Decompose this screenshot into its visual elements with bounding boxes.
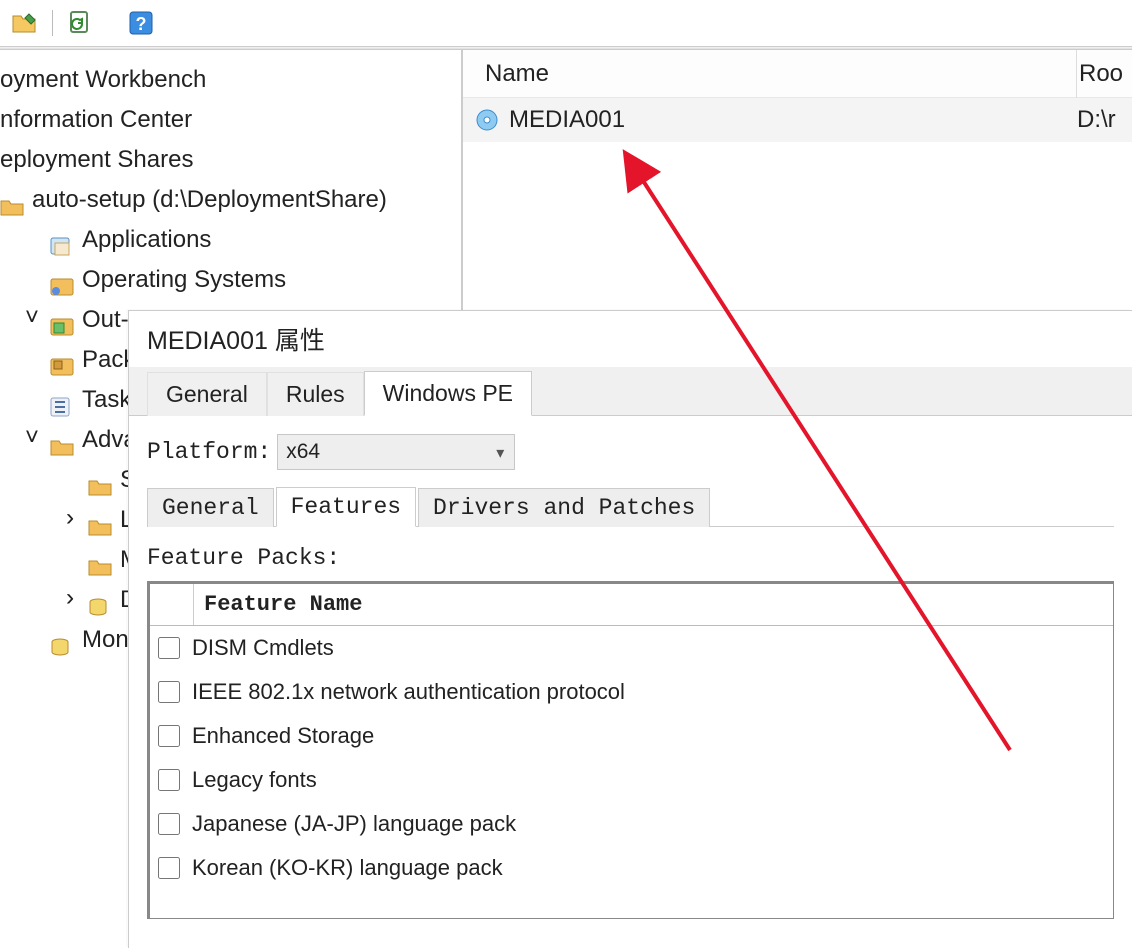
dialog-title: MEDIA001 属性 [129, 311, 1132, 367]
feature-name-column[interactable]: Feature Name [194, 592, 362, 617]
feature-label: Korean (KO-KR) language pack [192, 855, 503, 881]
sub-tabs: General Features Drivers and Patches [147, 484, 1114, 526]
help-icon[interactable]: ? [127, 9, 155, 37]
feature-checkbox[interactable] [158, 769, 180, 791]
disc-icon [475, 108, 499, 132]
toolbar: ? [0, 0, 1132, 46]
svg-text:?: ? [136, 14, 147, 34]
tree-label: nformation Center [0, 100, 192, 140]
outbox-icon [50, 310, 74, 330]
folder-open-icon[interactable] [10, 9, 38, 37]
platform-label: Platform: [147, 439, 271, 465]
platform-value: x64 [286, 440, 320, 464]
tab-rules[interactable]: Rules [267, 372, 364, 416]
feature-checkbox[interactable] [158, 857, 180, 879]
tree-label: Task [82, 380, 131, 420]
tree-label: oyment Workbench [0, 60, 206, 100]
dialog-tabs: General Rules Windows PE [129, 367, 1132, 415]
feature-label: DISM Cmdlets [192, 635, 334, 661]
chevron-down-icon: ˅ [22, 300, 42, 340]
separator [52, 10, 53, 36]
column-name[interactable]: Name [463, 60, 1076, 88]
tree-item-auto-setup[interactable]: auto-setup (d:\DeploymentShare) [0, 180, 461, 220]
tasks-icon [50, 390, 74, 410]
feature-row[interactable]: Korean (KO-KR) language pack [150, 846, 1113, 890]
features-body: Feature Packs: Feature Name DISM Cmdlets… [147, 526, 1114, 919]
feature-label: IEEE 802.1x network authentication proto… [192, 679, 625, 705]
tree-label: eployment Shares [0, 140, 193, 180]
tree-item-applications[interactable]: Applications [0, 220, 461, 260]
folder-icon [88, 470, 112, 490]
database-icon [88, 590, 112, 610]
feature-label: Enhanced Storage [192, 723, 374, 749]
tab-general[interactable]: General [147, 372, 267, 416]
feature-row[interactable]: IEEE 802.1x network authentication proto… [150, 670, 1113, 714]
feature-row[interactable]: Japanese (JA-JP) language pack [150, 802, 1113, 846]
feature-label: Japanese (JA-JP) language pack [192, 811, 516, 837]
feature-label: Legacy fonts [192, 767, 317, 793]
platform-combo[interactable]: x64 ▾ [277, 434, 515, 470]
monitoring-icon [50, 630, 74, 650]
tree-item-info-center[interactable]: nformation Center [0, 100, 461, 140]
list-item-root: D:\r [1077, 106, 1132, 134]
feature-packs-list: Feature Name DISM Cmdlets IEEE 802.1x ne… [147, 581, 1114, 919]
column-root[interactable]: Roo [1077, 60, 1132, 88]
refresh-sheet-icon[interactable] [67, 9, 95, 37]
tree-item-workbench[interactable]: oyment Workbench [0, 60, 461, 100]
subtab-general[interactable]: General [147, 488, 274, 527]
platform-row: Platform: x64 ▾ [147, 434, 1114, 470]
packages-icon [50, 350, 74, 370]
feature-row[interactable]: Legacy fonts [150, 758, 1113, 802]
tree-label: auto-setup (d:\DeploymentShare) [32, 180, 387, 220]
feature-row[interactable]: Enhanced Storage [150, 714, 1113, 758]
chevron-right-icon: › [60, 500, 80, 540]
chevron-down-icon: ˅ [22, 420, 42, 460]
tab-windows-pe[interactable]: Windows PE [364, 371, 532, 416]
feature-list-header: Feature Name [150, 584, 1113, 626]
feature-checkbox[interactable] [158, 681, 180, 703]
properties-dialog: MEDIA001 属性 General Rules Windows PE Pla… [128, 310, 1132, 948]
tree-label: Operating Systems [82, 260, 286, 300]
share-icon [0, 190, 24, 210]
list-header: Name Roo [463, 50, 1132, 98]
tree-item-deployment-shares[interactable]: eployment Shares [0, 140, 461, 180]
subtab-features[interactable]: Features [276, 487, 416, 527]
folder-icon [88, 510, 112, 530]
feature-checkbox[interactable] [158, 637, 180, 659]
tree-label: Applications [82, 220, 211, 260]
applications-icon [50, 230, 74, 250]
feature-packs-label: Feature Packs: [147, 545, 1114, 571]
dialog-body: Platform: x64 ▾ General Features Drivers… [129, 415, 1132, 948]
feature-row[interactable]: DISM Cmdlets [150, 626, 1113, 670]
subtab-drivers[interactable]: Drivers and Patches [418, 488, 710, 527]
tree-item-os[interactable]: Operating Systems [0, 260, 461, 300]
checkbox-column [150, 584, 194, 625]
os-icon [50, 270, 74, 290]
chevron-right-icon: › [60, 580, 80, 620]
folder-icon [88, 550, 112, 570]
folder-icon [50, 430, 74, 450]
chevron-down-icon: ▾ [496, 443, 504, 463]
list-item-name: MEDIA001 [509, 106, 1077, 134]
feature-checkbox[interactable] [158, 725, 180, 747]
feature-checkbox[interactable] [158, 813, 180, 835]
list-item-media001[interactable]: MEDIA001 D:\r [463, 98, 1132, 142]
